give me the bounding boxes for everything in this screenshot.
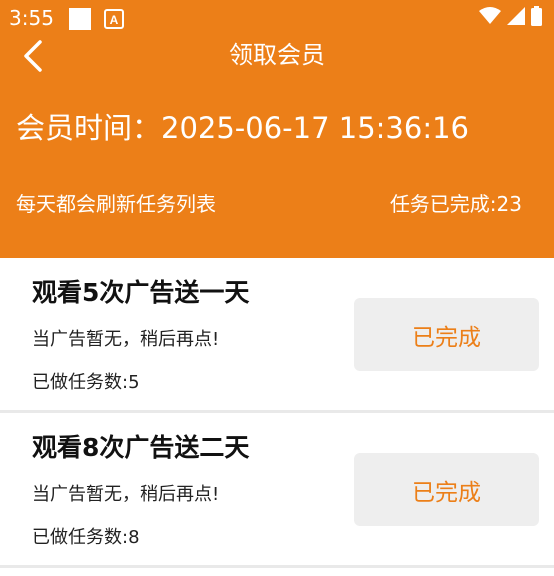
task-count: 已做任务数:8 (32, 527, 140, 548)
task-title: 观看5次广告送一天 (32, 278, 250, 307)
task-completed-button[interactable]: 已完成 (354, 453, 539, 526)
status-icons (479, 6, 542, 30)
wifi-icon (479, 7, 501, 29)
task-list: 观看5次广告送一天 当广告暂无，稍后再点! 已做任务数:5 已完成 观看8次广告… (0, 258, 554, 568)
member-time: 会员时间：2025-06-17 15:36:16 (16, 111, 469, 145)
header: 3:55 A 领取会员 会员时间：2025-06-17 15:36:16 每天都… (0, 0, 554, 258)
refresh-note: 每天都会刷新任务列表 (16, 192, 216, 216)
task-note: 当广告暂无，稍后再点! (32, 484, 220, 505)
task-completed-button[interactable]: 已完成 (354, 298, 539, 371)
status-bar: 3:55 A (0, 0, 554, 36)
status-time: 3:55 (9, 6, 54, 30)
battery-icon (531, 6, 542, 30)
signal-icon (507, 7, 525, 29)
task-count: 已做任务数:5 (32, 372, 140, 393)
task-item: 观看8次广告送二天 当广告暂无，稍后再点! 已做任务数:8 已完成 (0, 413, 554, 568)
task-title: 观看8次广告送二天 (32, 433, 250, 462)
svg-text:A: A (110, 13, 119, 27)
keyboard-a-icon: A (104, 9, 124, 29)
task-item: 观看5次广告送一天 当广告暂无，稍后再点! 已做任务数:5 已完成 (0, 258, 554, 413)
page-title: 领取会员 (229, 41, 325, 69)
tasks-done-count: 任务已完成:23 (389, 192, 522, 216)
task-note: 当广告暂无，稍后再点! (32, 329, 220, 350)
notification-square-icon (69, 8, 91, 30)
